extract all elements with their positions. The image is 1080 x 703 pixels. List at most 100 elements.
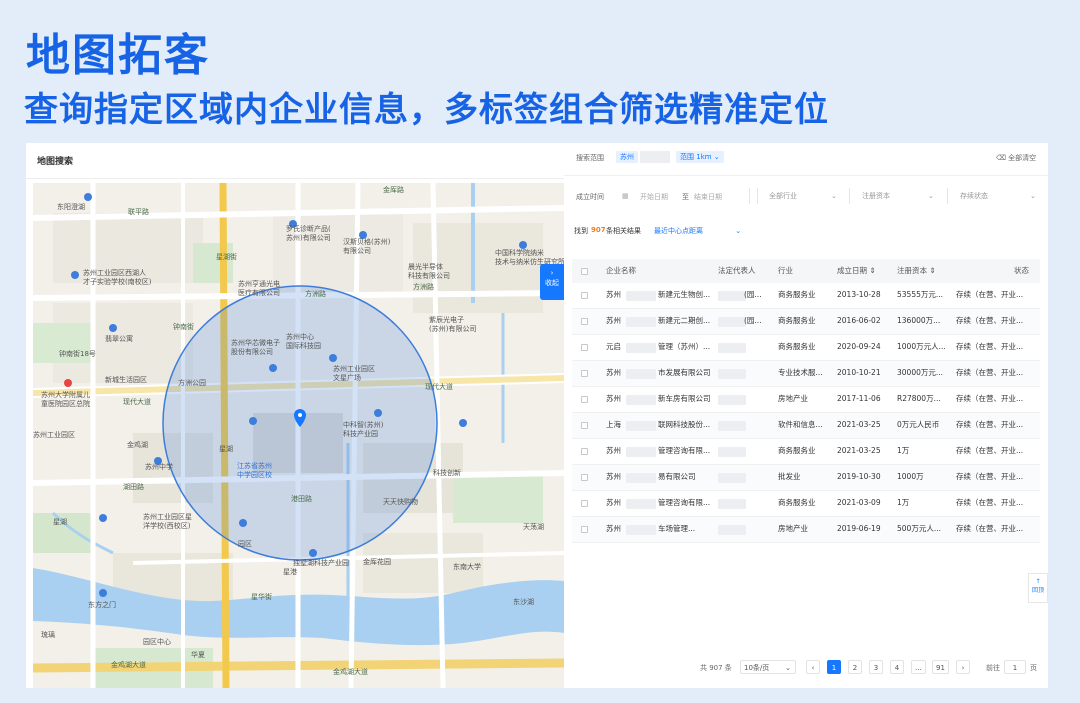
company-name[interactable]: 新车房有限公司 xyxy=(658,387,718,411)
blurred-rep xyxy=(718,317,746,327)
company-name[interactable]: 车场管理... xyxy=(658,517,718,541)
company-name-prefix: 苏州 xyxy=(606,472,621,481)
table-row[interactable]: 元启 管理（苏州）... 商务服务业 2020-09-24 1000万元人... 存续（在… xyxy=(572,335,1040,361)
map-label: 湖田路 xyxy=(123,483,144,491)
company-name[interactable]: 易有限公司 xyxy=(658,465,718,489)
map-label: 翡翠公寓 xyxy=(105,335,133,343)
clear-all-label: 全部清空 xyxy=(1008,154,1037,162)
operating-status: 存续（在营、开业... xyxy=(956,316,1024,325)
end-date-input[interactable]: 结束日期 xyxy=(694,192,722,202)
company-name[interactable]: 管理咨询有限... xyxy=(658,439,718,463)
sort-icon: ⇕ xyxy=(929,266,936,275)
table-row[interactable]: 苏州 管理咨询有限... 商务服务业 2021-03-09 1万 存续（在营、开业... xyxy=(572,491,1040,517)
company-name[interactable]: 市发展有限公司 xyxy=(658,361,718,385)
map-label: 天荡湖 xyxy=(523,523,544,531)
map-label: 苏州工业园区 xyxy=(33,431,75,439)
page-size-select[interactable]: 10条/页 ⌄ xyxy=(740,660,796,674)
chevron-down-icon: ⌄ xyxy=(735,227,742,235)
sort-icon: ⇕ xyxy=(869,266,876,275)
blurred-rep xyxy=(718,291,746,301)
founded-date: 2021-03-25 xyxy=(837,420,881,429)
map-label: 金厍路 xyxy=(383,186,404,194)
pagination: 共 907 条 10条/页 ⌄ ‹ 1 2 3 4 ... 91 › 前往 1 … xyxy=(564,658,1048,676)
map-label: 星湖 xyxy=(53,518,67,526)
map-label: 方洲路 xyxy=(305,290,326,298)
page-button[interactable]: 2 xyxy=(848,660,862,674)
map-label: 苏州)有限公司 xyxy=(286,234,331,242)
goto-page-input[interactable]: 1 xyxy=(1004,660,1026,674)
page-button[interactable]: 1 xyxy=(827,660,841,674)
industry-select[interactable]: 全部行业 ⌄ xyxy=(769,188,837,204)
results-panel: 搜索范围 苏州 范围 1km ⌄ ⌫ 全部清空 成立时间 ▦ 开始日期 至 结束… xyxy=(564,143,1048,688)
blurred-rep xyxy=(718,421,746,431)
clear-all-button[interactable]: ⌫ 全部清空 xyxy=(996,153,1036,163)
collapse-map-button[interactable]: › 收起 xyxy=(540,264,564,300)
map-label: 科技产业园 xyxy=(343,430,378,438)
page-button[interactable]: 3 xyxy=(869,660,883,674)
blurred-name xyxy=(626,499,656,509)
row-checkbox[interactable] xyxy=(581,422,588,429)
column-header-sortable[interactable]: 注册资本 ⇕ xyxy=(897,259,936,283)
column-header-label: 成立日期 xyxy=(837,266,867,275)
company-name[interactable]: 管理咨询有限... xyxy=(658,491,718,515)
divider xyxy=(749,188,750,204)
column-header-sortable[interactable]: 成立日期 ⇕ xyxy=(837,259,876,283)
table-row[interactable]: 苏州 市发展有限公司 专业技术服... 2010-10-21 30000万元... 存续（… xyxy=(572,361,1040,387)
capital-select[interactable]: 注册资本 ⌄ xyxy=(862,188,934,204)
company-name[interactable]: 新建元生物创... xyxy=(658,283,718,307)
page-button[interactable]: 4 xyxy=(890,660,904,674)
table-row[interactable]: 苏州 新建元生物创... (园... 商务服务业 2013-10-28 53555万元..… xyxy=(572,283,1040,309)
row-checkbox[interactable] xyxy=(581,500,588,507)
map-canvas[interactable]: 东阳澄湖 联平路 金厍路 苏州工业园区西湖人 才子实验学校(南校区) 罗氏诊断产… xyxy=(33,183,564,688)
company-name[interactable]: 联网科技股份... xyxy=(658,413,718,437)
row-checkbox[interactable] xyxy=(581,292,588,299)
table-row[interactable]: 上海 联网科技股份... 软件和信息... 2021-03-25 0万元人民币 存续（在营… xyxy=(572,413,1040,439)
map-label: 琉璃 xyxy=(41,631,55,639)
table-row[interactable]: 苏州 易有限公司 批发业 2019-10-30 1000万 存续（在营、开业... xyxy=(572,465,1040,491)
row-checkbox[interactable] xyxy=(581,448,588,455)
sort-select[interactable]: 最近中心点距离 ⌄ xyxy=(654,226,741,236)
page-button[interactable]: 91 xyxy=(932,660,949,674)
row-checkbox[interactable] xyxy=(581,370,588,377)
city-tag[interactable]: 苏州 xyxy=(616,151,638,163)
industry: 商务服务业 xyxy=(778,498,816,507)
registered-capital: 500万元人... xyxy=(897,524,941,533)
radius-tag[interactable]: 范围 1km ⌄ xyxy=(676,151,724,163)
blurred-name xyxy=(626,291,656,301)
table-row[interactable]: 苏州 车场管理... 房地产业 2019-06-19 500万元人... 存续（在营、开业… xyxy=(572,517,1040,543)
select-all-checkbox[interactable] xyxy=(581,268,588,275)
page-ellipsis[interactable]: ... xyxy=(911,660,926,674)
row-checkbox[interactable] xyxy=(581,396,588,403)
result-count: 907 xyxy=(591,226,606,234)
industry: 商务服务业 xyxy=(778,342,816,351)
company-name[interactable]: 新建元二期创... xyxy=(658,309,718,333)
operating-status: 存续（在营、开业... xyxy=(956,368,1024,377)
map-label: 苏州中学 xyxy=(145,463,173,471)
map-label: 方洲路 xyxy=(413,283,434,291)
table-row[interactable]: 苏州 管理咨询有限... 商务服务业 2021-03-25 1万 存续（在营、开业... xyxy=(572,439,1040,465)
map-label: 罗氏诊断产品( xyxy=(286,225,331,233)
blurred-rep xyxy=(718,525,746,535)
map-label: 独墅湖科技产业园 xyxy=(293,559,349,567)
prev-page-button[interactable]: ‹ xyxy=(806,660,820,674)
company-name-prefix: 苏州 xyxy=(606,394,621,403)
company-name-prefix: 苏州 xyxy=(606,446,621,455)
company-name-prefix: 苏州 xyxy=(606,368,621,377)
map-label: 有限公司 xyxy=(343,247,371,255)
row-checkbox[interactable] xyxy=(581,526,588,533)
row-checkbox[interactable] xyxy=(581,344,588,351)
hero-subtitle: 查询指定区域内企业信息，多标签组合筛选精准定位 xyxy=(24,90,829,130)
status-select[interactable]: 存续状态 ⌄ xyxy=(960,188,1036,204)
row-checkbox[interactable] xyxy=(581,318,588,325)
back-to-top-button[interactable]: ↑ 回顶 xyxy=(1028,573,1048,603)
page-unit: 页 xyxy=(1030,664,1037,672)
column-header: 行业 xyxy=(778,266,793,275)
table-row[interactable]: 苏州 新建元二期创... (园... 商务服务业 2016-06-02 136000万..… xyxy=(572,309,1040,335)
row-checkbox[interactable] xyxy=(581,474,588,481)
start-date-input[interactable]: 开始日期 xyxy=(640,192,668,202)
map-label: 天天快购物 xyxy=(383,498,418,506)
next-page-button[interactable]: › xyxy=(956,660,970,674)
blurred-address xyxy=(640,151,670,163)
table-row[interactable]: 苏州 新车房有限公司 房地产业 2017-11-06 R27800万... 存续（在营、开… xyxy=(572,387,1040,413)
company-name[interactable]: 管理（苏州）... xyxy=(658,335,718,359)
